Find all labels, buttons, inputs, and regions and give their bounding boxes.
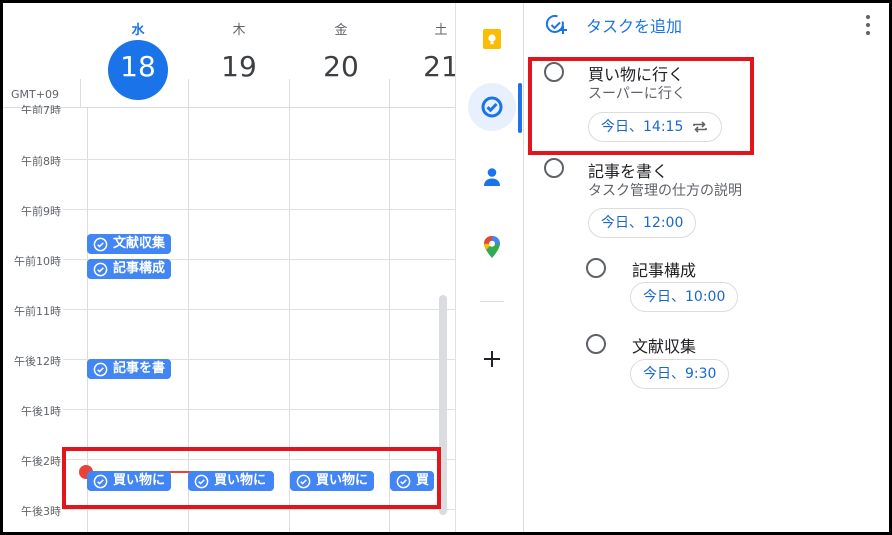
task-check-icon (93, 362, 108, 376)
hour-label: 午後3時 (21, 505, 61, 518)
hour-label: 午後2時 (21, 455, 61, 468)
day-header-wed[interactable]: 水 18 (88, 21, 188, 91)
event-title: 記事を書 (113, 361, 166, 376)
due-label: 今日、9:30 (643, 366, 717, 382)
hour-line (63, 209, 455, 210)
add-task-icon (545, 14, 567, 34)
tasks-icon (481, 96, 503, 118)
day-of-week: 水 (131, 23, 145, 38)
task-title[interactable]: 記事を書く (588, 158, 668, 182)
day-header-thu[interactable]: 木 19 (189, 21, 289, 91)
task-due-chip[interactable]: 今日、12:00 (588, 208, 697, 238)
hour-label: 午後12時 (14, 355, 61, 368)
timezone-label: GMT+09 (11, 88, 59, 101)
contacts-button[interactable] (468, 153, 516, 201)
keep-icon (483, 29, 501, 49)
contacts-icon (484, 168, 500, 186)
hour-line (63, 309, 455, 310)
task-title[interactable]: 文献収集 (632, 333, 696, 357)
add-task-label: タスクを追加 (586, 17, 683, 36)
task-complete-checkbox[interactable] (544, 158, 564, 178)
tasks-button[interactable] (468, 83, 516, 131)
hour-line (63, 409, 455, 410)
app-window: 水 18 木 19 金 20 土 21 GMT+09 午前7時 午前8時 午前9… (3, 3, 889, 532)
highlight-box (528, 57, 754, 155)
hour-label: 午前8時 (21, 155, 61, 168)
day-of-week: 金 (334, 23, 348, 38)
event-title: 記事構成 (113, 261, 166, 276)
highlight-box (62, 447, 441, 509)
maps-button[interactable] (468, 223, 516, 271)
hour-line (63, 159, 455, 160)
task-event-chip[interactable]: 記事構成 (87, 259, 171, 279)
tasks-panel: タスクを追加 買い物に行く スーパーに行く 今日、14:15 記事を書く タスク… (523, 3, 889, 532)
day-number[interactable]: 21 (391, 43, 455, 91)
day-number[interactable]: 18 (88, 43, 188, 91)
keep-button[interactable] (468, 15, 516, 63)
day-header-fri[interactable]: 金 20 (291, 21, 391, 91)
due-label: 今日、12:00 (601, 215, 684, 231)
side-panel-rail (455, 3, 523, 532)
due-label: 今日、10:00 (643, 289, 726, 305)
event-title: 文献収集 (113, 236, 166, 251)
rail-divider (480, 301, 504, 302)
add-icon (484, 351, 500, 367)
day-of-week: 土 (434, 23, 448, 38)
task-event-chip[interactable]: 記事を書 (87, 359, 171, 379)
calendar-week-view: 水 18 木 19 金 20 土 21 GMT+09 午前7時 午前8時 午前9… (3, 3, 455, 532)
hour-label: 午前11時 (14, 305, 61, 318)
hour-label: 午前7時 (21, 104, 61, 114)
task-complete-checkbox[interactable] (586, 258, 606, 278)
day-number[interactable]: 19 (189, 43, 289, 91)
task-check-icon (93, 262, 108, 276)
day-number[interactable]: 20 (291, 43, 391, 91)
hour-label: 午前9時 (21, 205, 61, 218)
column-divider (80, 79, 81, 108)
task-complete-checkbox[interactable] (586, 334, 606, 354)
task-event-chip[interactable]: 文献収集 (87, 234, 171, 254)
task-due-chip[interactable]: 今日、9:30 (630, 359, 730, 389)
task-due-chip[interactable]: 今日、10:00 (630, 282, 739, 312)
hour-label: 午前10時 (14, 255, 61, 268)
task-description: タスク管理の仕方の説明 (588, 183, 742, 199)
day-of-week: 木 (232, 23, 246, 38)
hour-label: 午後1時 (21, 405, 61, 418)
maps-icon (484, 236, 500, 258)
add-task-button[interactable]: タスクを追加 (544, 13, 682, 37)
day-header-sat[interactable]: 土 21 (391, 21, 455, 91)
active-indicator (518, 83, 522, 133)
task-title[interactable]: 記事構成 (632, 257, 696, 281)
add-addon-button[interactable] (468, 335, 516, 383)
more-options-icon[interactable] (865, 15, 871, 35)
header-divider (3, 107, 455, 108)
task-check-icon (93, 237, 108, 251)
hour-line (63, 509, 455, 510)
